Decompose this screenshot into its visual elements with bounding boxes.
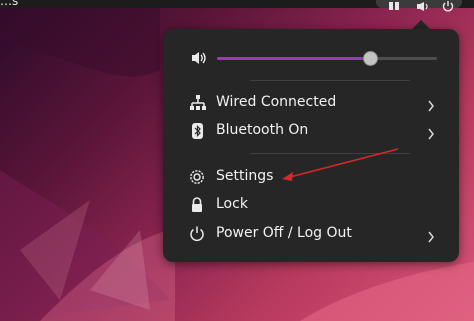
chevron-right-icon <box>427 125 435 144</box>
network-icon <box>189 95 207 111</box>
volume-slider[interactable] <box>217 51 437 66</box>
bluetooth-icon <box>189 123 207 139</box>
lock-label: Lock <box>216 196 248 212</box>
top-panel: …s <box>0 0 474 12</box>
volume-icon <box>416 0 430 16</box>
annotation-arrow <box>282 148 399 181</box>
lock-item[interactable]: Lock <box>163 191 459 219</box>
menu-pointer <box>412 20 430 29</box>
volume-slider-knob[interactable] <box>363 51 378 66</box>
bluetooth-item[interactable]: Bluetooth On <box>163 117 459 145</box>
power-icon <box>189 226 207 242</box>
volume-slider-fill <box>217 57 371 60</box>
speaker-icon <box>191 50 207 69</box>
menu-separator <box>250 80 410 81</box>
chevron-right-icon <box>427 228 435 247</box>
chevron-right-icon <box>427 97 435 116</box>
power-icon <box>442 0 454 16</box>
network-icon <box>388 0 400 16</box>
lock-icon <box>189 197 207 213</box>
wired-connected-label: Wired Connected <box>216 94 337 110</box>
power-off-item[interactable]: Power Off / Log Out <box>163 220 459 248</box>
system-tray[interactable] <box>376 0 462 12</box>
app-menu-label[interactable]: …s <box>0 0 18 8</box>
power-off-label: Power Off / Log Out <box>216 225 352 241</box>
gear-icon <box>189 169 207 185</box>
wired-connected-item[interactable]: Wired Connected <box>163 89 459 117</box>
settings-label: Settings <box>216 168 274 184</box>
bluetooth-label: Bluetooth On <box>216 122 309 138</box>
